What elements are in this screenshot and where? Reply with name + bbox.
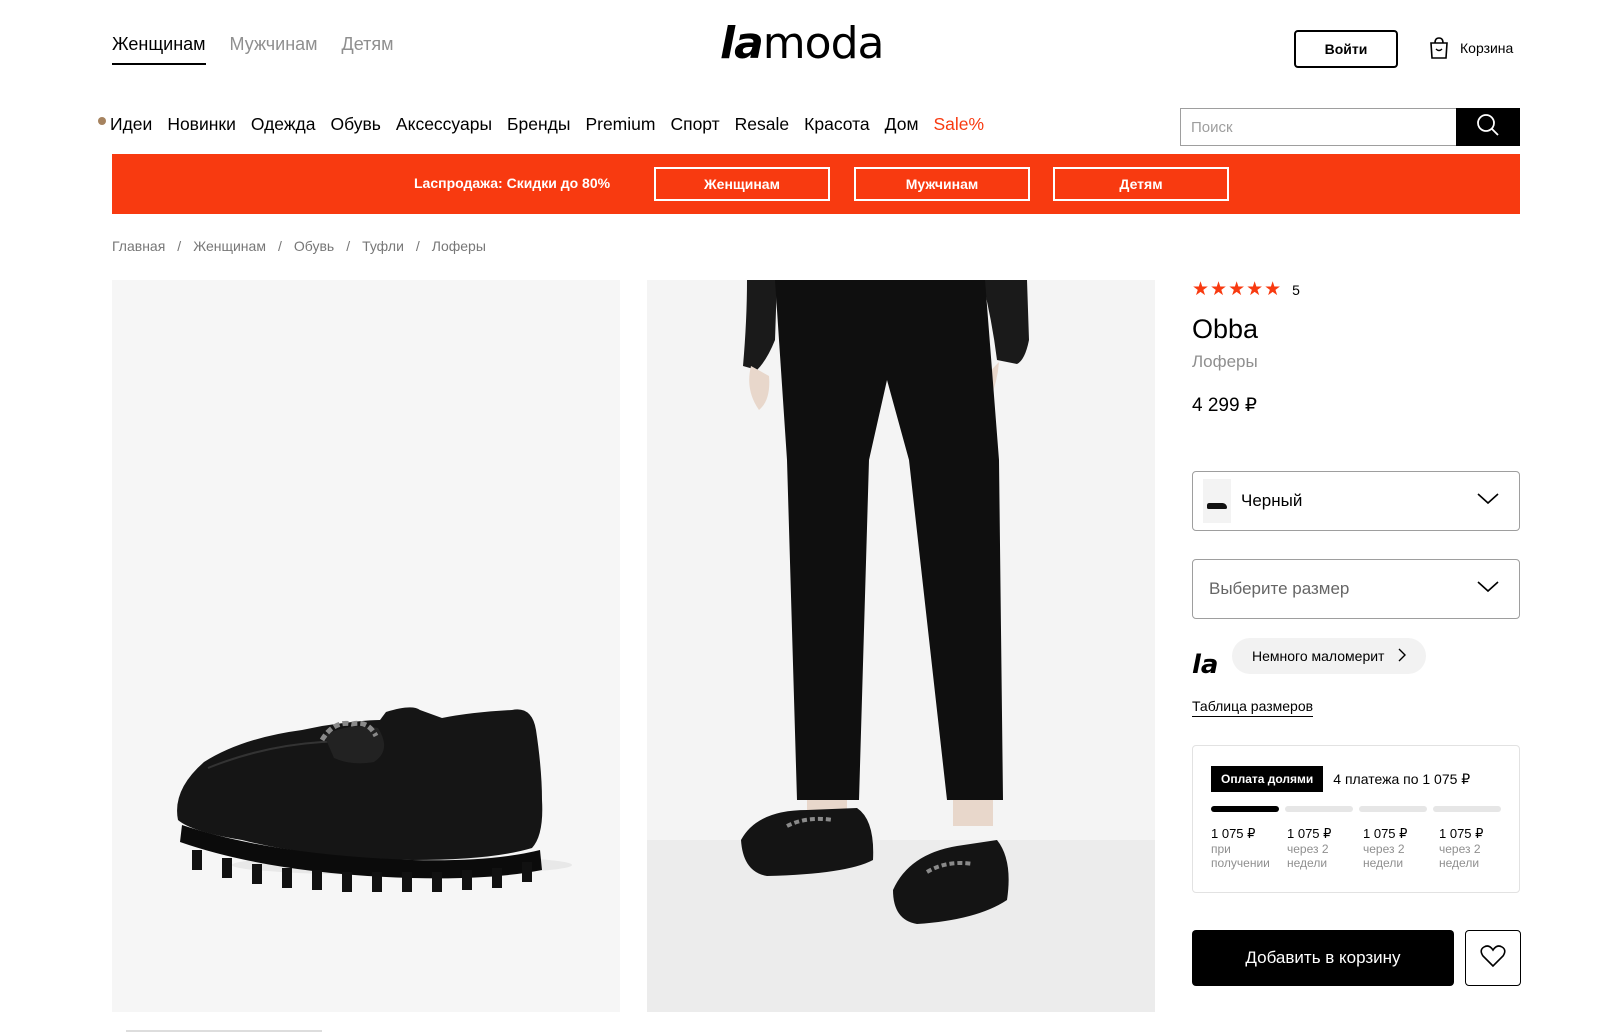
cart-label: Корзина xyxy=(1460,40,1514,56)
breadcrumb-loafers[interactable]: Лоферы xyxy=(432,238,486,254)
chevron-right-icon xyxy=(1398,648,1407,665)
tab-kids[interactable]: Детям xyxy=(342,34,394,65)
category-home[interactable]: Дом xyxy=(885,114,919,135)
category-brands[interactable]: Бренды xyxy=(507,114,570,135)
category-clothes[interactable]: Одежда xyxy=(251,114,316,135)
cart-link[interactable]: Корзина xyxy=(1428,36,1513,60)
heart-icon xyxy=(1480,944,1506,973)
login-button[interactable]: Войти xyxy=(1294,30,1398,68)
category-sport[interactable]: Спорт xyxy=(670,114,719,135)
breadcrumb-separator: / xyxy=(346,238,351,254)
fit-advice[interactable]: Немного маломерит xyxy=(1232,638,1427,674)
product-rating[interactable]: ★★★★★ 5 xyxy=(1192,278,1300,301)
installment-progress xyxy=(1211,806,1501,812)
installment-bar xyxy=(1211,806,1279,812)
banner-button-kids[interactable]: Детям xyxy=(1053,167,1229,201)
promo-banner[interactable]: Lаспродажа: Скидки до 80% Женщинам Мужчи… xyxy=(112,154,1520,214)
breadcrumb-separator: / xyxy=(277,238,282,254)
promo-text: Lаспродажа: Скидки до 80% xyxy=(414,175,611,191)
payment-amount: 1 075 ₽ xyxy=(1439,826,1484,841)
size-table-link[interactable]: Таблица размеров xyxy=(1192,698,1314,717)
installment-badge: Оплата долями xyxy=(1211,766,1324,792)
installment-widget[interactable]: Оплата долями 4 платежа по 1 075 ₽ 1 075… xyxy=(1192,745,1520,893)
payment-amount: 1 075 ₽ xyxy=(1363,826,1408,841)
category-resale[interactable]: Resale xyxy=(735,114,789,135)
breadcrumb-pumps[interactable]: Туфли xyxy=(362,238,404,254)
payment-when: через 2 недели xyxy=(1439,842,1481,870)
category-accessories[interactable]: Аксессуары xyxy=(396,114,492,135)
gender-tabs: Женщинам Мужчинам Детям xyxy=(112,34,394,65)
category-sale[interactable]: Sale% xyxy=(933,114,984,135)
category-premium[interactable]: Premium xyxy=(585,114,655,135)
color-thumbnail xyxy=(1203,479,1231,523)
logo-la: la xyxy=(720,18,764,69)
category-shoes[interactable]: Обувь xyxy=(331,114,381,135)
breadcrumb: Главная / Женщинам / Обувь / Туфли / Лоф… xyxy=(112,238,486,254)
breadcrumb-shoes[interactable]: Обувь xyxy=(294,238,334,254)
product-brand[interactable]: Obba xyxy=(1192,314,1258,345)
search-input[interactable] xyxy=(1180,108,1456,146)
logo-moda: moda xyxy=(762,18,885,69)
product-price: 4 299 ₽ xyxy=(1192,395,1257,416)
rating-value: 5 xyxy=(1292,281,1300,298)
banner-button-women[interactable]: Женщинам xyxy=(654,167,830,201)
installment-payment: 1 075 ₽ через 2 недели xyxy=(1287,826,1355,870)
breadcrumb-women[interactable]: Женщинам xyxy=(193,238,266,254)
category-new[interactable]: Новинки xyxy=(167,114,236,135)
logo[interactable]: lamoda xyxy=(720,18,885,69)
chevron-down-icon xyxy=(1477,580,1499,599)
installment-bar xyxy=(1433,806,1501,812)
breadcrumb-separator: / xyxy=(415,238,420,254)
category-beauty[interactable]: Красота xyxy=(804,114,870,135)
payment-when: через 2 недели xyxy=(1287,842,1329,870)
installment-bar xyxy=(1285,806,1353,812)
installment-payment: 1 075 ₽ через 2 недели xyxy=(1439,826,1507,870)
loafer-photo xyxy=(177,707,572,892)
size-select[interactable]: Выберите размер xyxy=(1192,559,1520,619)
favorite-button[interactable] xyxy=(1465,930,1521,986)
fit-logo: la xyxy=(1192,650,1219,680)
size-placeholder: Выберите размер xyxy=(1209,579,1350,598)
search-button[interactable] xyxy=(1456,108,1520,146)
add-to-cart-button[interactable]: Добавить в корзину xyxy=(1192,930,1454,986)
payment-when: через 2 недели xyxy=(1363,842,1405,870)
payment-amount: 1 075 ₽ xyxy=(1211,826,1256,841)
search-bar xyxy=(1180,108,1520,146)
chevron-down-icon xyxy=(1477,492,1499,511)
ideas-dot xyxy=(98,116,106,125)
cart-icon xyxy=(1428,36,1450,60)
thumbnail-strip-divider xyxy=(126,1030,322,1032)
installment-bar xyxy=(1359,806,1427,812)
banner-button-men[interactable]: Мужчинам xyxy=(854,167,1030,201)
payment-amount: 1 075 ₽ xyxy=(1287,826,1332,841)
color-value: Черный xyxy=(1241,491,1303,510)
category-ideas[interactable]: Идеи xyxy=(110,114,152,135)
tab-men[interactable]: Мужчинам xyxy=(230,34,318,65)
breadcrumb-home[interactable]: Главная xyxy=(112,238,165,254)
installment-payment: 1 075 ₽ через 2 недели xyxy=(1363,826,1431,870)
model-photo xyxy=(647,280,1155,1012)
product-category: Лоферы xyxy=(1192,352,1258,371)
category-nav: Идеи Новинки Одежда Обувь Аксессуары Бре… xyxy=(98,114,984,135)
rating-stars: ★★★★★ xyxy=(1192,279,1283,300)
product-image-main[interactable] xyxy=(112,280,620,1012)
breadcrumb-separator: / xyxy=(177,238,182,254)
payment-when: при получении xyxy=(1211,842,1270,870)
installment-summary: 4 платежа по 1 075 ₽ xyxy=(1333,770,1471,787)
search-icon xyxy=(1476,113,1500,142)
product-image-model[interactable] xyxy=(647,280,1155,1012)
color-select[interactable]: Черный xyxy=(1192,471,1520,531)
tab-women[interactable]: Женщинам xyxy=(112,34,206,65)
installment-payment: 1 075 ₽ при получении xyxy=(1211,826,1279,870)
fit-advice-text: Немного маломерит xyxy=(1252,648,1385,664)
